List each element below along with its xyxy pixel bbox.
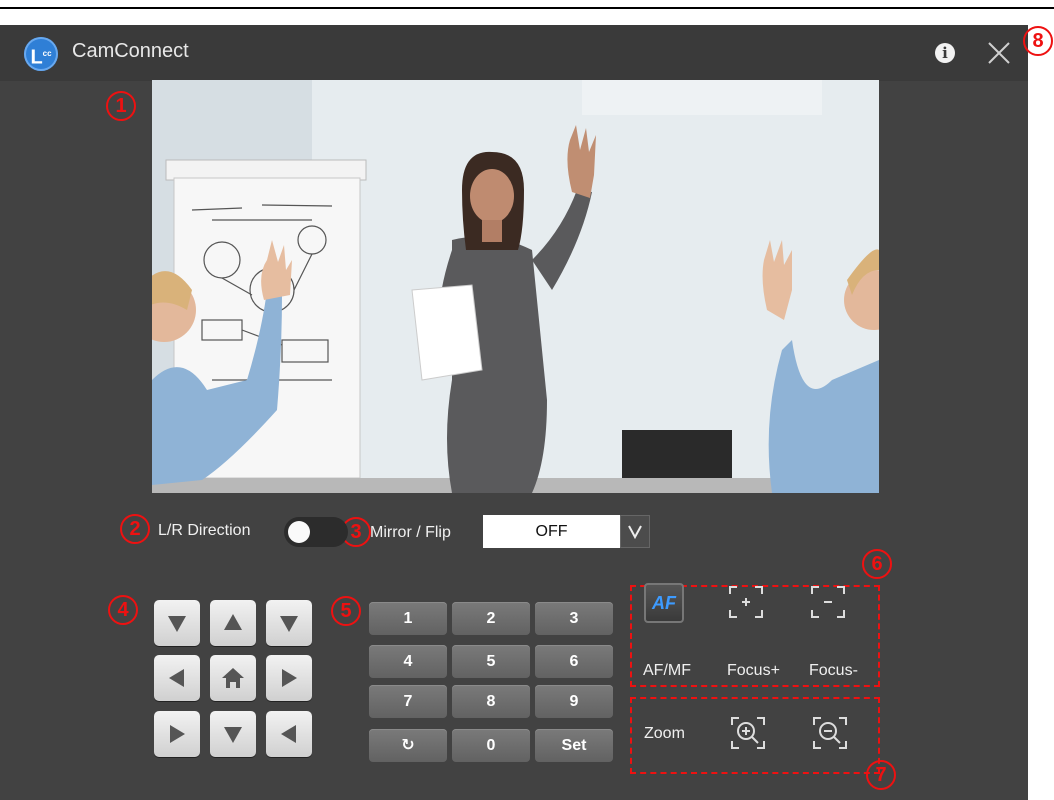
preset-reset-button[interactable]: ↻ [369, 729, 447, 762]
toggle-knob [288, 521, 310, 543]
preset-button-0[interactable]: 0 [452, 729, 530, 762]
zoom-out-icon[interactable] [808, 711, 852, 755]
lr-direction-label: L/R Direction [158, 522, 251, 539]
ptz-home-button[interactable] [210, 655, 256, 701]
chevron-down-icon [628, 525, 642, 540]
ptz-down-right-button[interactable] [266, 600, 312, 646]
app-title: CamConnect [72, 40, 189, 62]
preset-button-3[interactable]: 3 [535, 602, 613, 635]
top-border-line [0, 7, 1054, 9]
mirror-flip-label: Mirror / Flip [370, 524, 451, 541]
ptz-up-button[interactable] [210, 600, 256, 646]
preset-button-5[interactable]: 5 [452, 645, 530, 678]
arrow-down-icon [168, 616, 186, 632]
af-mf-button[interactable]: AF [644, 583, 684, 623]
preset-button-6[interactable]: 6 [535, 645, 613, 678]
ptz-bottom-left-button[interactable] [154, 711, 200, 757]
ptz-down-left-button[interactable] [154, 600, 200, 646]
arrow-left-icon [169, 669, 184, 687]
annotation-marker-5: 5 [331, 596, 361, 626]
annotation-marker-2: 2 [120, 514, 150, 544]
app-logo-icon: Lcc [24, 37, 58, 71]
annotation-marker-6: 6 [862, 549, 892, 579]
annotation-marker-4: 4 [108, 595, 138, 625]
focus-plus-icon[interactable] [724, 580, 768, 624]
ptz-bottom-right-button[interactable] [266, 711, 312, 757]
camera-preview [152, 80, 879, 493]
title-bar: Lcc CamConnect i [0, 25, 1028, 81]
info-icon[interactable]: i [935, 43, 955, 63]
ptz-down-button[interactable] [210, 711, 256, 757]
annotation-marker-1: 1 [106, 91, 136, 121]
zoom-in-icon[interactable] [726, 711, 770, 755]
ptz-right-button[interactable] [266, 655, 312, 701]
annotation-marker-8: 8 [1023, 26, 1053, 56]
preset-button-2[interactable]: 2 [452, 602, 530, 635]
arrow-right-icon [282, 669, 297, 687]
preset-button-9[interactable]: 9 [535, 685, 613, 718]
home-icon [222, 668, 244, 688]
focus-minus-icon[interactable] [806, 580, 850, 624]
close-icon[interactable] [985, 39, 1013, 67]
lr-direction-toggle[interactable] [284, 517, 348, 547]
af-mf-label: AF/MF [643, 662, 691, 679]
preset-set-button[interactable]: Set [535, 729, 613, 762]
focus-minus-label: Focus- [809, 662, 858, 679]
focus-plus-label: Focus+ [727, 662, 780, 679]
zoom-label: Zoom [644, 725, 685, 742]
ptz-left-button[interactable] [154, 655, 200, 701]
arrow-left-icon [281, 725, 296, 743]
preset-button-7[interactable]: 7 [369, 685, 447, 718]
af-mark: AF [652, 593, 676, 613]
arrow-down-icon [280, 616, 298, 632]
arrow-down-icon [224, 727, 242, 743]
mirror-flip-dropdown-button[interactable] [620, 515, 650, 548]
arrow-right-icon [170, 725, 185, 743]
preset-button-1[interactable]: 1 [369, 602, 447, 635]
arrow-up-icon [224, 614, 242, 630]
preset-button-4[interactable]: 4 [369, 645, 447, 678]
mirror-flip-select[interactable]: OFF [483, 515, 620, 548]
preset-button-8[interactable]: 8 [452, 685, 530, 718]
